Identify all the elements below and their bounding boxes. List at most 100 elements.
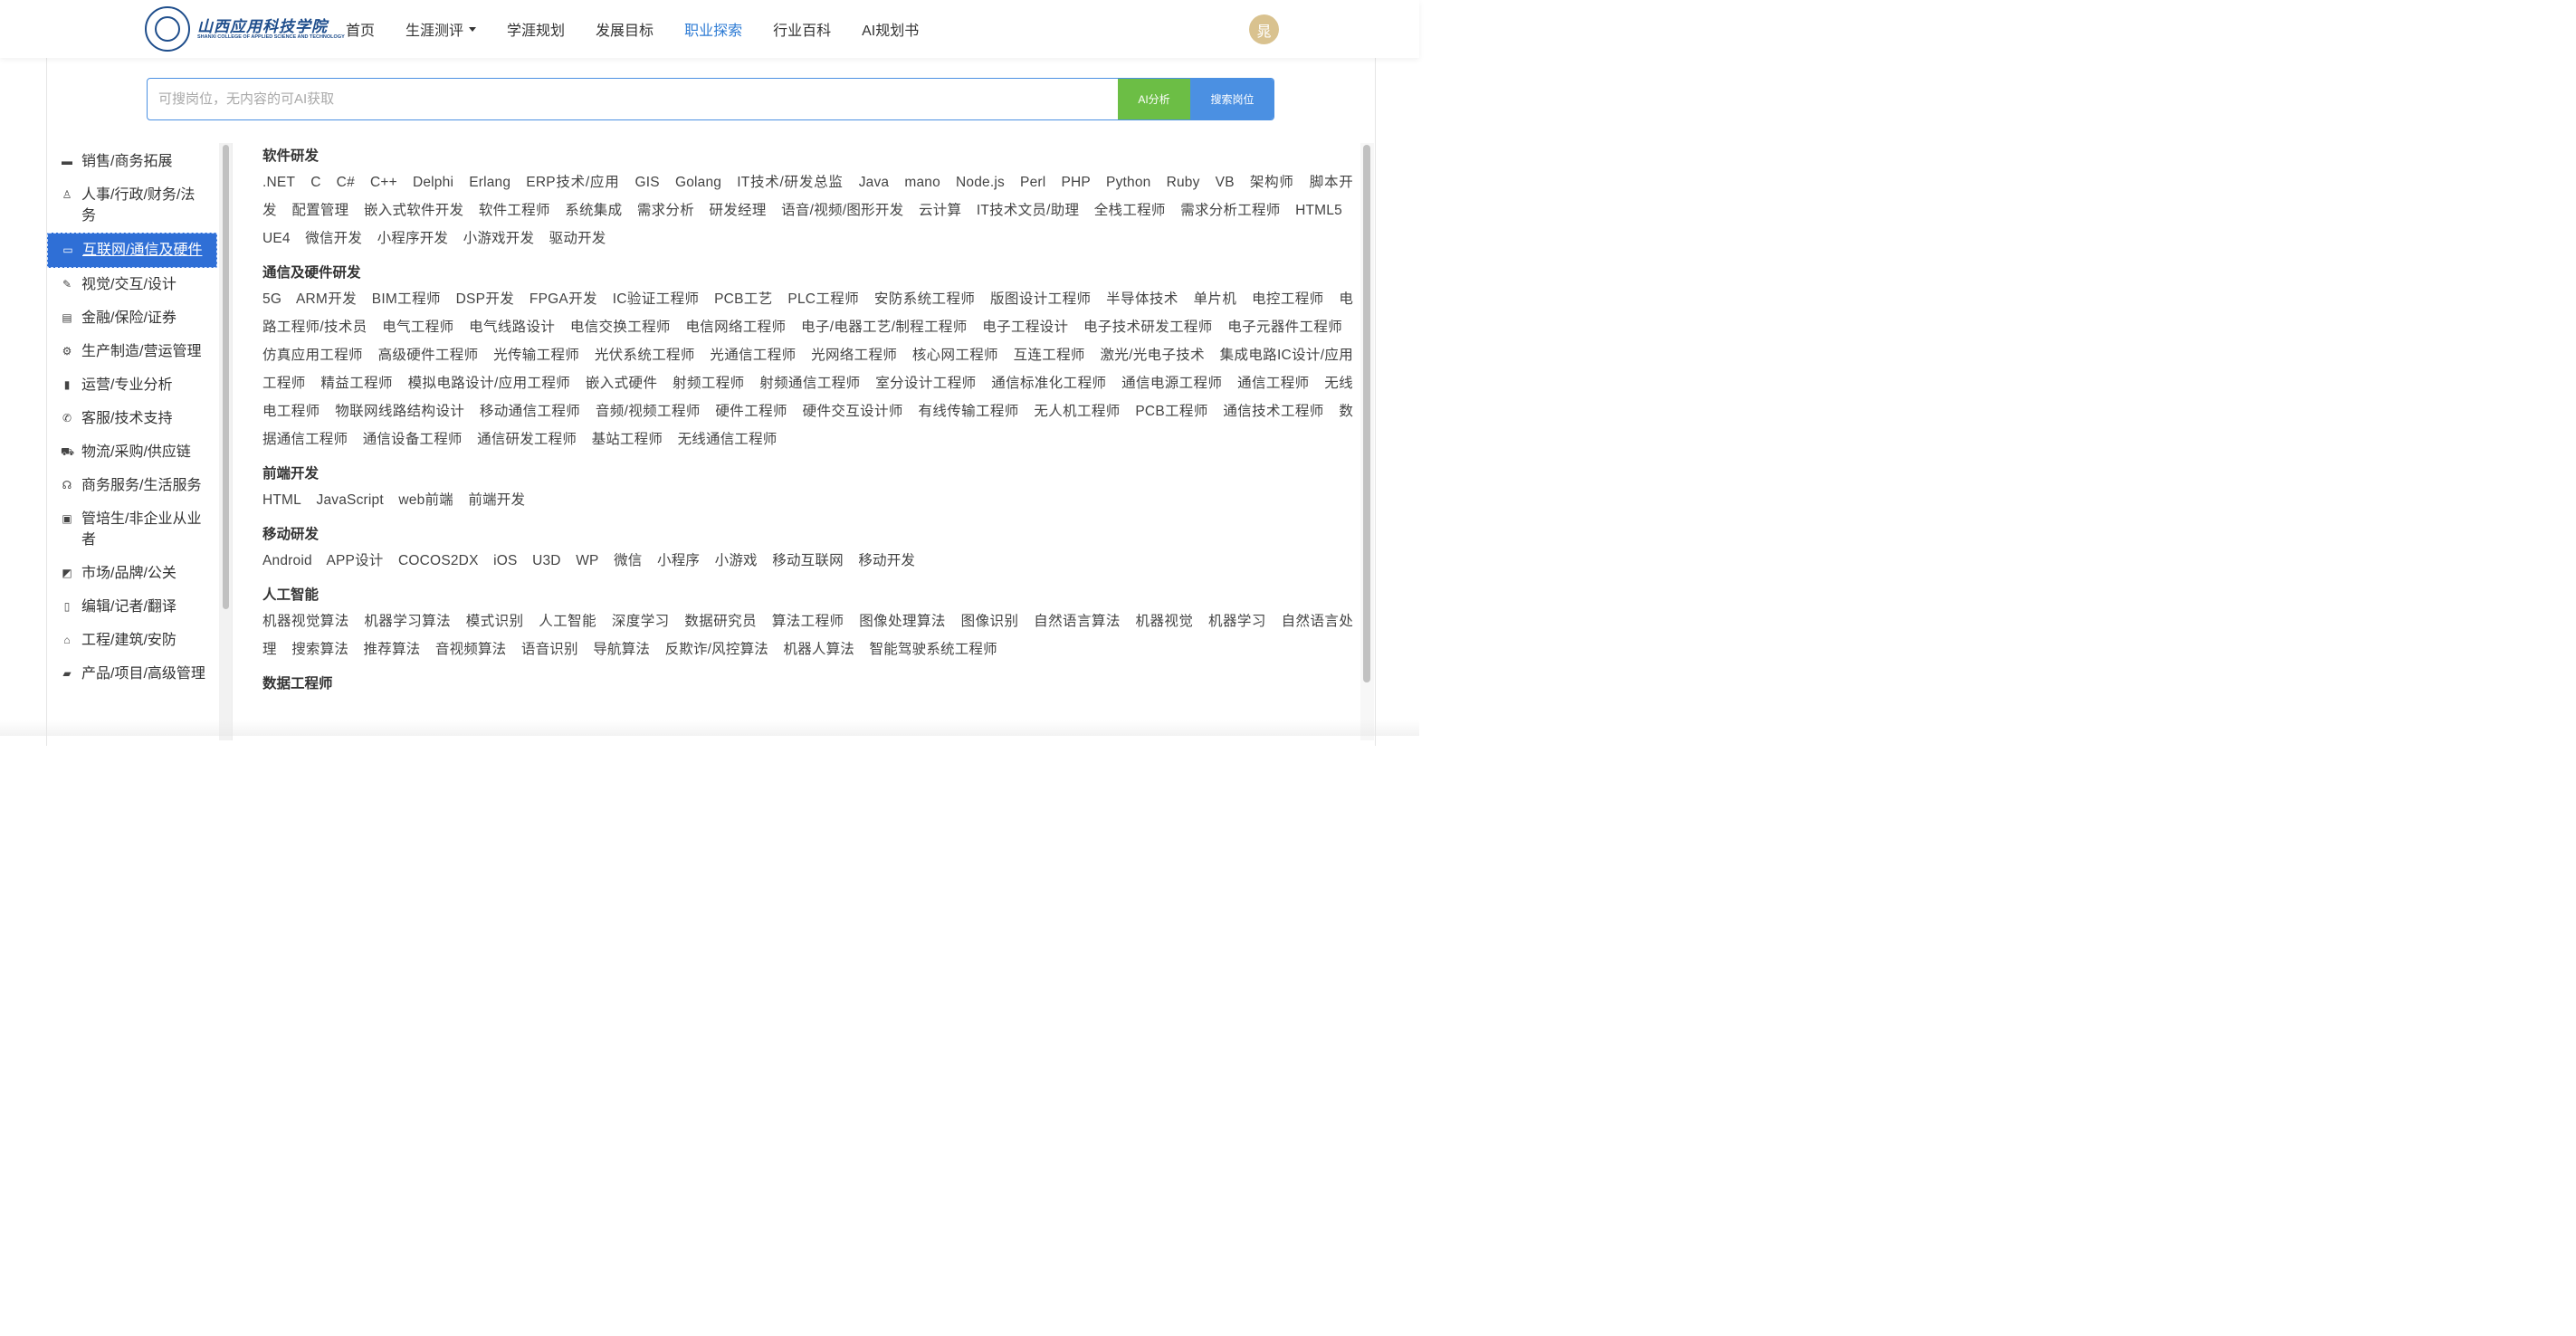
- job-tag[interactable]: C#: [337, 175, 355, 190]
- job-tag[interactable]: 物联网线路结构设计: [335, 404, 464, 419]
- nav-career-assessment[interactable]: 生涯测评: [405, 18, 477, 40]
- job-tag[interactable]: 机器视觉: [1136, 614, 1194, 629]
- job-tag[interactable]: 微信开发: [305, 231, 362, 246]
- job-tag[interactable]: 前端开发: [468, 492, 525, 508]
- job-tag[interactable]: U3D: [532, 553, 561, 568]
- job-tag[interactable]: 反欺诈/风控算法: [665, 642, 768, 657]
- job-tag[interactable]: 射频通信工程师: [759, 376, 860, 391]
- job-tag[interactable]: 光传输工程师: [493, 348, 579, 363]
- job-tag[interactable]: Java: [859, 175, 890, 190]
- job-tag[interactable]: 射频工程师: [673, 376, 744, 391]
- job-tag[interactable]: 模拟电路设计/应用工程师: [408, 376, 571, 391]
- job-tag[interactable]: 云计算: [919, 203, 961, 218]
- job-tag[interactable]: HTML5: [1295, 203, 1342, 218]
- job-tag[interactable]: 无人机工程师: [1034, 404, 1120, 419]
- job-tag[interactable]: 机器人算法: [784, 642, 855, 657]
- job-tag[interactable]: 系统集成: [565, 203, 622, 218]
- job-tag[interactable]: 小游戏: [715, 553, 758, 568]
- job-tag[interactable]: Ruby: [1167, 175, 1200, 190]
- job-tag[interactable]: IT技术/研发总监: [737, 175, 843, 190]
- job-tag[interactable]: 精益工程师: [320, 376, 392, 391]
- job-tag[interactable]: 电信网络工程师: [685, 320, 786, 335]
- job-tag[interactable]: 嵌入式硬件: [586, 376, 657, 391]
- job-tag[interactable]: Delphi: [413, 175, 453, 190]
- job-tag[interactable]: iOS: [493, 553, 517, 568]
- school-logo[interactable]: 山西应用科技学院 SHANXI COLLEGE OF APPLIED SCIEN…: [145, 6, 345, 53]
- job-tag[interactable]: 小程序开发: [377, 231, 449, 246]
- job-tag[interactable]: FPGA开发: [530, 291, 597, 307]
- job-tag[interactable]: 5G: [262, 291, 281, 307]
- job-tag[interactable]: 需求分析工程师: [1180, 203, 1280, 218]
- job-tag[interactable]: 智能驾驶系统工程师: [870, 642, 997, 657]
- job-tag[interactable]: ARM开发: [296, 291, 357, 307]
- job-tag[interactable]: 图像识别: [961, 614, 1019, 629]
- user-avatar[interactable]: 晁: [1249, 14, 1279, 44]
- job-tag[interactable]: 光网络工程师: [811, 348, 897, 363]
- job-tag[interactable]: 硬件交互设计师: [803, 404, 903, 419]
- job-tag[interactable]: 电子元器件工程师: [1227, 320, 1342, 335]
- job-tag[interactable]: 电子技术研发工程师: [1083, 320, 1213, 335]
- job-tag[interactable]: 推荐算法: [364, 642, 421, 657]
- job-tag[interactable]: 无线通信工程师: [678, 432, 778, 447]
- job-tag[interactable]: 移动互联网: [772, 553, 844, 568]
- sidebar-item-7[interactable]: ✆ 客服/技术支持: [47, 402, 219, 435]
- job-tag[interactable]: 数据研究员: [684, 614, 757, 629]
- sidebar-item-5[interactable]: ⚙ 生产制造/营运管理: [47, 335, 219, 368]
- job-tag[interactable]: 图像处理算法: [859, 614, 946, 629]
- job-tag[interactable]: 版图设计工程师: [990, 291, 1091, 307]
- job-tag[interactable]: 通信工程师: [1237, 376, 1309, 391]
- job-tag[interactable]: 通信技术工程师: [1223, 404, 1323, 419]
- job-tag[interactable]: 安防系统工程师: [874, 291, 975, 307]
- job-tag[interactable]: 硬件工程师: [715, 404, 787, 419]
- ai-analysis-button[interactable]: AI分析: [1118, 79, 1190, 119]
- job-tag[interactable]: PCB工艺: [714, 291, 773, 307]
- sidebar-item-3[interactable]: ✎ 视觉/交互/设计: [47, 268, 219, 301]
- job-tag[interactable]: APP设计: [326, 553, 383, 568]
- job-tag[interactable]: WP: [576, 553, 598, 568]
- job-tag[interactable]: Python: [1106, 175, 1150, 190]
- job-tag[interactable]: 互连工程师: [1014, 348, 1085, 363]
- job-search-input[interactable]: [148, 79, 1118, 119]
- job-tag[interactable]: 激光/光电子技术: [1100, 348, 1205, 363]
- job-tag[interactable]: 通信设备工程师: [363, 432, 463, 447]
- job-tag[interactable]: 语音/视频/图形开发: [781, 203, 903, 218]
- sidebar-item-8[interactable]: ⛟ 物流/采购/供应链: [47, 435, 219, 469]
- job-tag[interactable]: 软件工程师: [479, 203, 550, 218]
- job-tag[interactable]: .NET: [262, 175, 295, 190]
- job-tag[interactable]: PLC工程师: [787, 291, 859, 307]
- job-tag[interactable]: 移动开发: [858, 553, 915, 568]
- job-tag[interactable]: 电信交换工程师: [570, 320, 671, 335]
- job-tag[interactable]: UE4: [262, 231, 291, 246]
- job-tag[interactable]: 光伏系统工程师: [595, 348, 695, 363]
- job-tag[interactable]: 小程序: [657, 553, 700, 568]
- job-tag[interactable]: 嵌入式软件开发: [364, 203, 463, 218]
- job-tag[interactable]: 高级硬件工程师: [378, 348, 479, 363]
- sidebar-scroll-thumb[interactable]: [223, 145, 229, 609]
- job-tag[interactable]: 通信标准化工程师: [991, 376, 1106, 391]
- job-tag[interactable]: ERP技术/应用: [526, 175, 619, 190]
- job-tag[interactable]: 算法工程师: [772, 614, 844, 629]
- job-tag[interactable]: mano: [904, 175, 940, 190]
- job-tag[interactable]: 电控工程师: [1252, 291, 1324, 307]
- job-tag[interactable]: 光通信工程师: [710, 348, 796, 363]
- sidebar-item-0[interactable]: ▬ 销售/商务拓展: [47, 145, 219, 178]
- job-tag[interactable]: C++: [370, 175, 397, 190]
- job-tag[interactable]: IT技术文员/助理: [977, 203, 1079, 218]
- sidebar-item-9[interactable]: ☊ 商务服务/生活服务: [47, 469, 219, 502]
- job-tag[interactable]: 全栈工程师: [1094, 203, 1166, 218]
- job-tag[interactable]: 配置管理: [291, 203, 348, 218]
- job-tag[interactable]: web前端: [398, 492, 453, 508]
- job-tag[interactable]: VB: [1216, 175, 1235, 190]
- job-tag[interactable]: 基站工程师: [592, 432, 663, 447]
- sidebar-item-2[interactable]: ▭ 互联网/通信及硬件: [47, 233, 217, 268]
- job-tag[interactable]: 电气线路设计: [469, 320, 555, 335]
- job-tag[interactable]: 研发经理: [710, 203, 767, 218]
- nav-study-planning[interactable]: 学涯规划: [507, 18, 565, 40]
- sidebar-item-12[interactable]: ▯ 编辑/记者/翻译: [47, 590, 219, 624]
- job-tag[interactable]: HTML: [262, 492, 301, 508]
- job-tag[interactable]: IC验证工程师: [613, 291, 700, 307]
- job-tag[interactable]: COCOS2DX: [398, 553, 479, 568]
- job-tag[interactable]: C: [310, 175, 320, 190]
- job-tag[interactable]: 电子/电器工艺/制程工程师: [801, 320, 968, 335]
- job-tag[interactable]: 自然语言算法: [1034, 614, 1121, 629]
